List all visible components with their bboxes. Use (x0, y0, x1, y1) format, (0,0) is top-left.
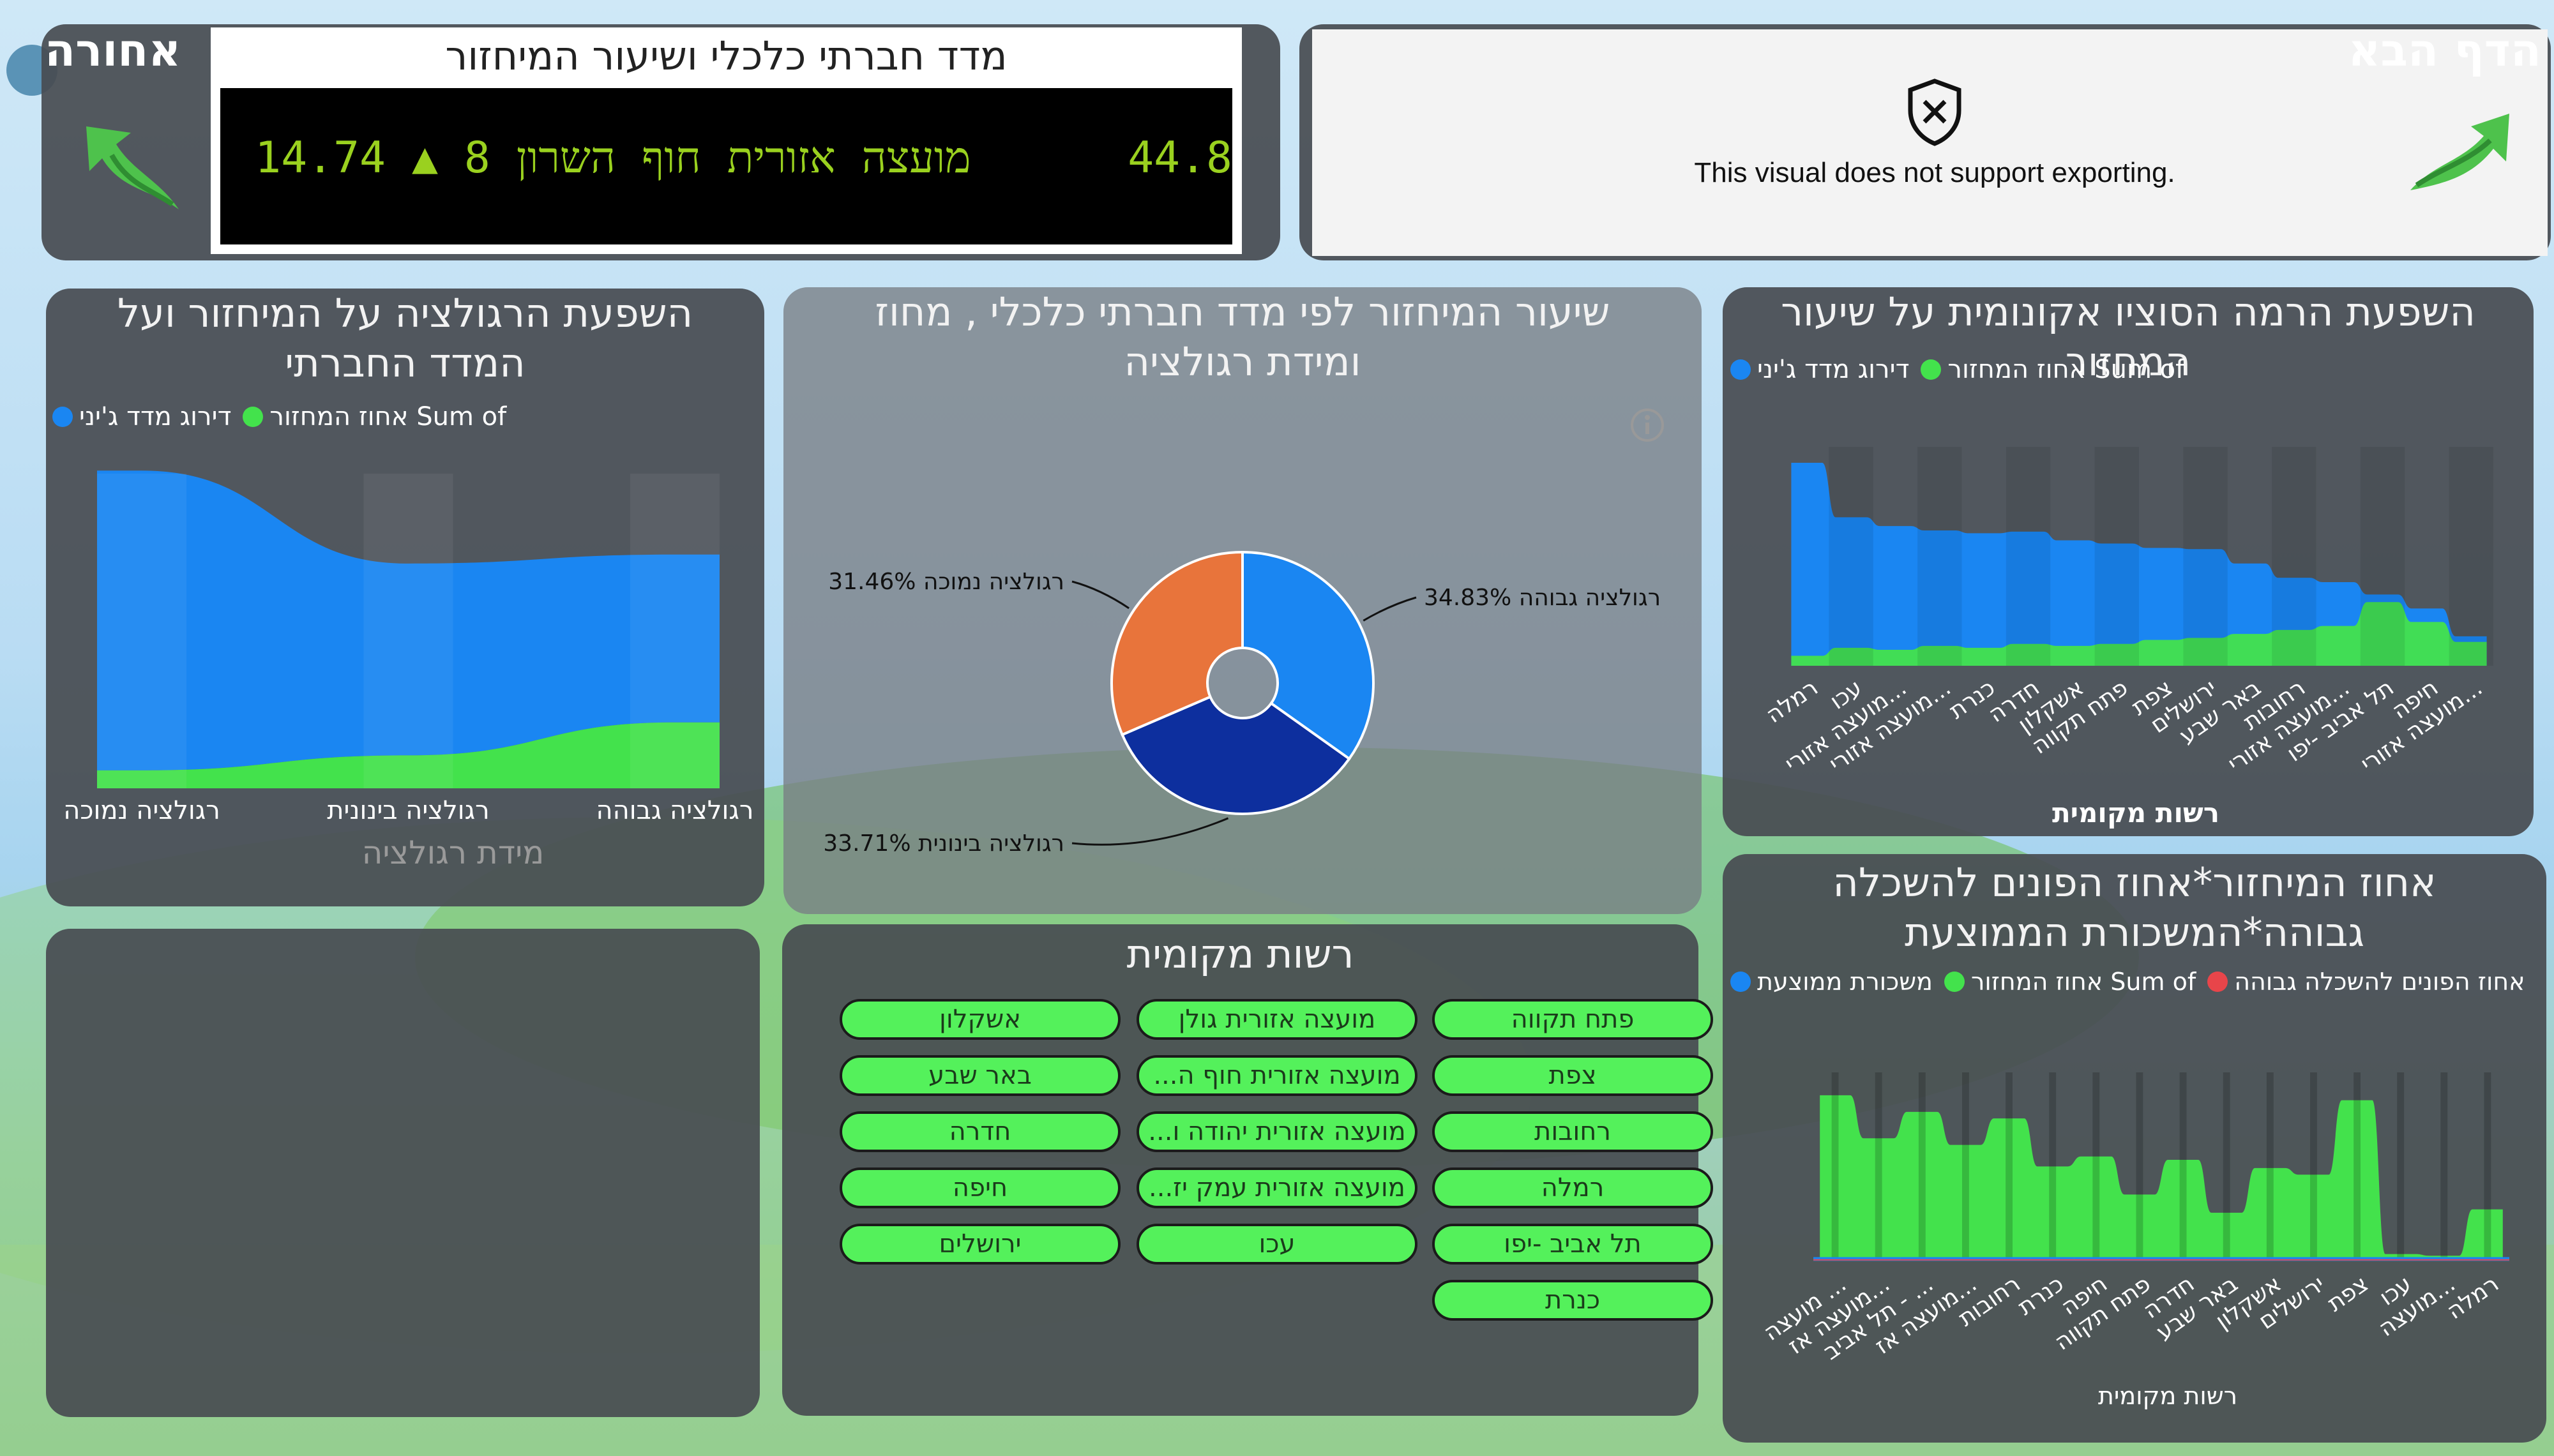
category-band[interactable] (2397, 1072, 2405, 1261)
x-axis-title: רשות מקומית (2052, 797, 2219, 829)
slicer-item[interactable]: מועצה אזורית גולן (1137, 999, 1417, 1040)
category-band[interactable] (363, 474, 453, 788)
education-area-chart: מועצה ...מועצה אז...תל אביב - ...מועצה א… (1759, 1072, 2509, 1410)
category-band[interactable] (630, 474, 720, 788)
education-line-segment[interactable] (2292, 1259, 2336, 1261)
slicer-item[interactable]: חיפה (840, 1167, 1121, 1208)
category-band[interactable] (2309, 1072, 2317, 1261)
pie-slice[interactable] (1110, 550, 1244, 737)
socio-area-chart: רמלה עכומועצה אזורי...מועצה אזורי...כנרתח… (1762, 447, 2493, 829)
education-line-segment[interactable] (2335, 1259, 2379, 1261)
education-line-segment[interactable] (2422, 1259, 2466, 1261)
slice-leader-line (1071, 817, 1229, 846)
category-band[interactable] (2092, 1072, 2100, 1261)
category-band[interactable] (1829, 447, 1873, 666)
slice-leader-line (1071, 580, 1130, 610)
slicer-title: רשות מקומית (1126, 931, 1354, 977)
slicer-panel: רשות מקומית פתח תקווה מועצה אזורית גולן אש… (782, 924, 1713, 1416)
category-band[interactable] (1831, 1072, 1839, 1261)
education-line-segment[interactable] (2161, 1259, 2205, 1261)
category-band[interactable] (2354, 1072, 2361, 1261)
x-axis-title: רשות מקומית (2098, 1382, 2237, 1410)
slicer-item[interactable]: מועצה אזורית חוף ה... (1137, 1055, 1417, 1096)
slicer-item[interactable]: מועצה אזורית יהודה ו... (1137, 1111, 1417, 1152)
education-line-segment[interactable] (1944, 1259, 1988, 1261)
back-label[interactable]: אחורה (45, 24, 181, 77)
category-band[interactable] (2266, 1072, 2274, 1261)
x-tick-label: רמלה (1762, 675, 1823, 728)
category-band[interactable] (2179, 1072, 2187, 1261)
x-axis-title: מידת רגולציה (362, 834, 545, 871)
category-band[interactable] (1961, 1072, 1969, 1261)
category-band[interactable] (2272, 447, 2316, 666)
shield-x-icon (1908, 79, 1961, 146)
category-band[interactable] (2183, 447, 2228, 666)
slicer-item[interactable]: חדרה (840, 1111, 1121, 1152)
slicer-item[interactable]: רחובות (1432, 1111, 1713, 1152)
education-line-segment[interactable] (2030, 1259, 2074, 1261)
category-band[interactable] (2440, 1072, 2448, 1261)
education-line-segment[interactable] (1900, 1259, 1944, 1261)
category-band[interactable] (2484, 1072, 2491, 1261)
category-band[interactable] (97, 474, 186, 788)
pie-chart-panel: שיעור המיחזור לפי מדד חברתי כלכלי , מחוז… (783, 287, 1702, 914)
category-band[interactable] (1875, 1072, 1882, 1261)
next-arrow-icon[interactable] (2404, 101, 2516, 200)
slice-label: רגולציה גבוהה 34.83% (1424, 585, 1661, 611)
x-tick-label: צפת (2323, 1271, 2373, 1317)
slicer-item[interactable]: עכו (1137, 1224, 1417, 1265)
category-band[interactable] (2049, 1072, 2057, 1261)
education-line-segment[interactable] (1987, 1259, 2031, 1261)
next-label[interactable]: הדף הבא (2348, 24, 2541, 77)
x-tick-label: רגולציה נמוכה (63, 796, 220, 825)
education-line-segment[interactable] (1813, 1259, 1857, 1261)
ticker-title: מדד חברתי כלכלי ושיעור המיחזור (445, 33, 1008, 79)
category-band[interactable] (1917, 447, 1962, 666)
slicer-item[interactable]: כנרת (1432, 1280, 1713, 1321)
category-band[interactable] (2223, 1072, 2230, 1261)
regulation-donut-chart: רגולציה גבוהה 34.83% 33.71% רגולציה בינונ… (823, 550, 1661, 857)
category-band[interactable] (2360, 447, 2405, 666)
education-chart-panel: אחוז המיחזור*אחוז הפונים להשכלה גבוהה*המ… (1723, 854, 2546, 1443)
slicer-item[interactable]: מועצה אזורית עמק יז... (1137, 1167, 1417, 1208)
category-band[interactable] (2006, 1072, 2013, 1261)
education-line-segment[interactable] (2205, 1259, 2249, 1261)
export-panel: This visual does not support exporting. … (1299, 24, 2551, 260)
export-message: This visual does not support exporting. (1694, 157, 2175, 188)
education-line-segment[interactable] (1857, 1259, 1901, 1261)
slicer-item[interactable]: צפת (1432, 1055, 1713, 1096)
education-line-segment[interactable] (2248, 1259, 2292, 1261)
ticker-card: מדד חברתי כלכלי ושיעור המיחזור 44.8 מועצ… (211, 27, 1242, 254)
slice-label: 33.71% רגולציה בינונית (823, 830, 1064, 857)
category-band[interactable] (2136, 1072, 2143, 1261)
category-band[interactable] (1918, 1072, 1926, 1261)
education-line-segment[interactable] (2117, 1259, 2161, 1261)
x-tick-label: רגולציה בינונית (327, 796, 489, 825)
category-band[interactable] (2094, 447, 2139, 666)
x-tick-label: רגולציה גבוהה (596, 796, 754, 825)
slicer-item[interactable]: רמלה (1432, 1167, 1713, 1208)
empty-panel (46, 929, 760, 1417)
education-line-segment[interactable] (2378, 1259, 2422, 1261)
slicer-item[interactable]: אשקלון (840, 999, 1121, 1040)
slicer-item[interactable]: ירושלים (840, 1224, 1121, 1265)
socio-chart-panel: השפעת הרמה הסוציו אקונומית על שיעור המחז… (1723, 287, 2534, 836)
category-band[interactable] (2449, 447, 2493, 666)
slicer-item[interactable]: פתח תקווה (1432, 999, 1713, 1040)
x-tick-label: רמלה (2442, 1271, 2504, 1325)
back-arrow-icon[interactable] (77, 120, 185, 216)
education-line-segment[interactable] (2465, 1259, 2509, 1261)
category-band[interactable] (2006, 447, 2051, 666)
x-tick-label: כנרת (2013, 1271, 2069, 1321)
regulation-area-chart: רגולציה נמוכה רגולציה בינונית רגולציה גבוה… (63, 470, 754, 871)
ticker-panel: אחורה מדד חברתי כלכלי ושיעור המיחזור 44.… (42, 24, 1280, 260)
slice-leader-line (1363, 596, 1417, 622)
slicer-item[interactable]: תל אביב -יפו (1432, 1224, 1713, 1265)
ticker-bar: 44.8 מועצה אזורית חוף השרון 8 ▲ 14.74 (220, 88, 1232, 244)
slicer-item[interactable]: באר שבע (840, 1055, 1121, 1096)
ticker-text: 44.8 מועצה אזורית חוף השרון 8 ▲ 14.74 (255, 133, 1232, 183)
slice-label: 31.46% רגולציה נמוכה (828, 569, 1064, 595)
education-line-segment[interactable] (2074, 1259, 2118, 1261)
regulation-chart-panel: השפעת הרגולציה על המיחזור ועל המדד החברת… (46, 289, 764, 906)
